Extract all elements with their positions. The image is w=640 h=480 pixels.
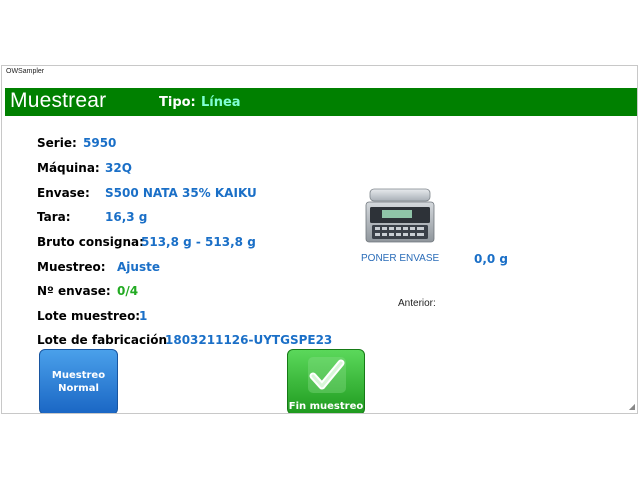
bruto-label: Bruto consigna:	[37, 235, 144, 249]
poner-envase-prompt: PONER ENVASE	[361, 253, 440, 264]
bruto-value: 513,8 g - 513,8 g	[141, 235, 256, 249]
weight-readout: 0,0 g	[474, 252, 509, 266]
lote-fabricacion-label: Lote de fabricación:	[37, 333, 172, 347]
checkmark-icon	[308, 357, 346, 393]
field-envase: Envase: S500 NATA 35% KAIKU	[37, 186, 257, 200]
serie-value: 5950	[83, 136, 117, 150]
field-lote-muestreo: Lote muestreo: 1	[37, 309, 147, 323]
muestreo-label: Muestreo:	[37, 260, 106, 274]
maquina-label: Máquina:	[37, 161, 100, 175]
lote-muestreo-label: Lote muestreo:	[37, 309, 141, 323]
muestreo-normal-button[interactable]: Muestreo Normal	[39, 349, 118, 413]
anterior-label: Anterior:	[398, 298, 436, 309]
envase-value: S500 NATA 35% KAIKU	[105, 186, 257, 200]
envase-label: Envase:	[37, 186, 90, 200]
muestreo-value: Ajuste	[117, 260, 160, 274]
tara-value: 16,3 g	[105, 210, 148, 224]
field-serie: Serie: 5950	[37, 136, 116, 150]
header-bar: Muestrear Tipo: Línea	[5, 88, 637, 116]
lote-fabricacion-value: 1803211126-UYTGSPE23	[165, 333, 333, 347]
field-bruto-consigna: Bruto consigna: 513,8 g - 513,8 g	[37, 235, 256, 249]
field-muestreo: Muestreo: Ajuste	[37, 260, 160, 274]
tara-label: Tara:	[37, 210, 71, 224]
tipo-label: Tipo:	[159, 95, 196, 110]
muestreo-normal-line1: Muestreo	[51, 370, 106, 381]
page-title: Muestrear	[10, 89, 107, 112]
resize-grip-icon[interactable]: ◢	[629, 402, 635, 411]
fin-muestreo-label: Fin muestreo	[288, 401, 364, 412]
n-envase-label: Nº envase:	[37, 284, 111, 298]
muestreo-normal-line2: Normal	[58, 383, 99, 394]
field-n-envase: Nº envase: 0/4	[37, 284, 138, 298]
serie-label: Serie:	[37, 136, 77, 150]
field-lote-fabricacion: Lote de fabricación: 1803211126-UYTGSPE2…	[37, 333, 332, 347]
field-tara: Tara: 16,3 g	[37, 210, 147, 224]
fin-muestreo-button[interactable]: Fin muestreo	[287, 349, 365, 413]
lote-muestreo-value: 1	[139, 309, 148, 323]
field-maquina: Máquina: 32Q	[37, 161, 132, 175]
n-envase-value: 0/4	[117, 284, 139, 298]
weighing-scale-icon	[365, 188, 435, 243]
maquina-value: 32Q	[105, 161, 132, 175]
window-title: OWSampler	[6, 68, 45, 75]
tipo-value: Línea	[201, 95, 241, 110]
app-window: OWSampler Muestrear Tipo: Línea Serie: 5…	[1, 65, 638, 414]
